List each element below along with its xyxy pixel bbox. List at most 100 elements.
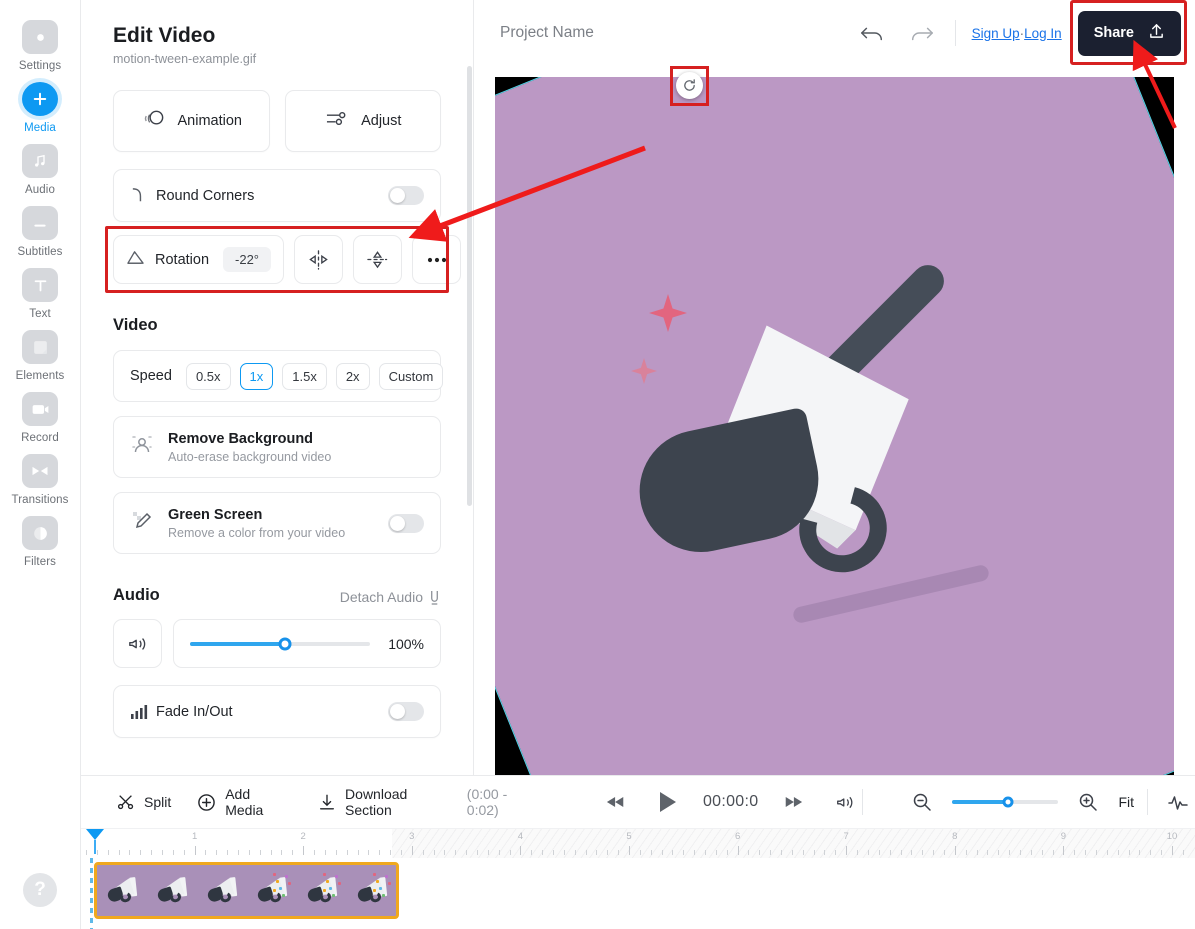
more-options-button[interactable] [412,235,462,284]
adjust-button[interactable]: Adjust [284,90,441,152]
ruler-tick [1041,850,1043,855]
timeline-clip[interactable] [94,862,399,919]
green-screen-toggle[interactable] [388,513,424,533]
ruler-tick-major [194,846,196,855]
ruler-tick [259,850,261,855]
ruler-tick [314,850,316,855]
sidebar-item-text[interactable]: Text [6,268,74,320]
ruler-tick [683,850,685,855]
sidebar-item-transitions[interactable]: Transitions [6,454,74,506]
video-clip-selection[interactable] [495,77,1174,775]
sign-up-link[interactable]: Sign Up [972,26,1020,41]
video-canvas[interactable] [495,77,1174,775]
speed-option-1x[interactable]: 1x [239,362,274,390]
confetti-dot [385,875,388,878]
sidebar-item-subtitles[interactable]: Subtitles [6,206,74,258]
zoom-slider[interactable] [952,796,1059,808]
volume-row: 100% [113,619,441,668]
ruler-tick [574,850,576,855]
ruler-tick [943,850,945,855]
fit-button[interactable]: Fit [1118,794,1134,810]
ruler-label: 2 [300,831,306,842]
plus-icon [22,82,58,116]
ruler-label: 8 [952,831,958,842]
volume-slider[interactable] [190,637,370,650]
ruler-tick [1106,850,1108,855]
confetti-dot [388,882,391,885]
ruler-tick-major [411,846,413,855]
sidebar-item-settings[interactable]: Settings [6,20,74,72]
help-icon[interactable]: ? [23,873,57,907]
redo-arrow-icon[interactable] [905,16,939,50]
confetti-dot [335,875,338,878]
playback-controls: 00:00:0 [599,785,862,819]
sidebar-item-media[interactable]: Media [6,82,74,134]
speed-option-2x[interactable]: 2x [335,362,370,390]
timeline-track[interactable] [81,858,1195,929]
zoom-slider-knob[interactable] [1002,796,1014,808]
ruler-tick [1009,850,1011,855]
page-title: Edit Video [113,24,216,47]
ruler-tick [238,850,240,855]
green-screen-row[interactable]: Green Screen Remove a color from your vi… [113,492,441,554]
sidebar-item-record[interactable]: Record [6,392,74,444]
download-section-button[interactable]: Download Section (0:00 - 0:02) [318,786,543,818]
confetti-dot [338,882,341,885]
ruler-tick [227,850,229,855]
speed-option-1-5x[interactable]: 1.5x [282,362,327,390]
text-icon [22,268,58,302]
rotation-field[interactable]: Rotation -22° [113,235,285,284]
zoom-out-icon[interactable] [905,785,939,819]
auth-links: Sign Up·Log In [972,26,1062,41]
ruler-tick [444,850,446,855]
add-media-button[interactable]: Add Media [197,786,292,818]
rotate-handle-icon[interactable] [676,72,703,99]
panel-scrollbar[interactable] [467,66,472,506]
ruler-tick-major [846,846,848,855]
ruler-tick [129,850,131,855]
ruler-tick [618,850,620,855]
round-corners-row[interactable]: Round Corners [113,169,441,222]
rotation-value[interactable]: -22° [223,247,272,272]
speed-option-0-5x[interactable]: 0.5x [185,362,231,390]
fast-forward-icon[interactable] [776,785,810,819]
fade-in-out-row[interactable]: Fade In/Out [113,685,441,738]
timeline-ruler[interactable]: 1 2 3 4 5 6 7 8 9 10 [81,828,1195,859]
speed-option-custom[interactable]: Custom [378,362,444,390]
mute-button[interactable] [113,619,162,668]
fade-in-out-toggle[interactable] [388,702,424,721]
round-corners-toggle[interactable] [388,186,424,205]
sidebar-item-filters[interactable]: Filters [6,516,74,568]
zoom-in-icon[interactable] [1071,785,1105,819]
project-name-input[interactable]: Project Name [500,24,594,42]
remove-background-row[interactable]: Remove Background Auto-erase background … [113,416,441,478]
volume-icon[interactable] [828,785,862,819]
confetti-dot [373,889,376,892]
sidebar-item-audio[interactable]: Audio [6,144,74,196]
ruler-tick [422,850,424,855]
undo-arrow-icon[interactable] [855,16,889,50]
detach-audio-label: Detach Audio [339,589,423,605]
sidebar-label: Media [24,122,56,134]
split-button[interactable]: Split [117,793,171,811]
animation-button[interactable]: Animation [113,90,270,152]
waveform-icon[interactable] [1161,785,1195,819]
ruler-tick [390,850,392,855]
share-button[interactable]: Share [1077,10,1181,56]
flip-horizontal-button[interactable] [294,235,344,284]
sidebar-item-elements[interactable]: Elements [6,330,74,382]
clip-thumbnail [247,865,297,916]
share-label: Share [1093,25,1134,41]
log-in-link[interactable]: Log In [1024,26,1062,41]
ruler-tick [552,850,554,855]
adjust-label: Adjust [361,113,402,129]
ruler-tick [1182,850,1184,855]
current-time: 00:00:0 [702,793,759,810]
ruler-tick [324,850,326,855]
volume-slider-knob[interactable] [278,637,292,650]
rewind-icon[interactable] [599,785,633,819]
flip-vertical-button[interactable] [353,235,403,284]
ruler-tick [650,850,652,855]
play-icon[interactable] [651,785,685,819]
detach-audio-button[interactable]: Detach Audio [340,589,441,605]
